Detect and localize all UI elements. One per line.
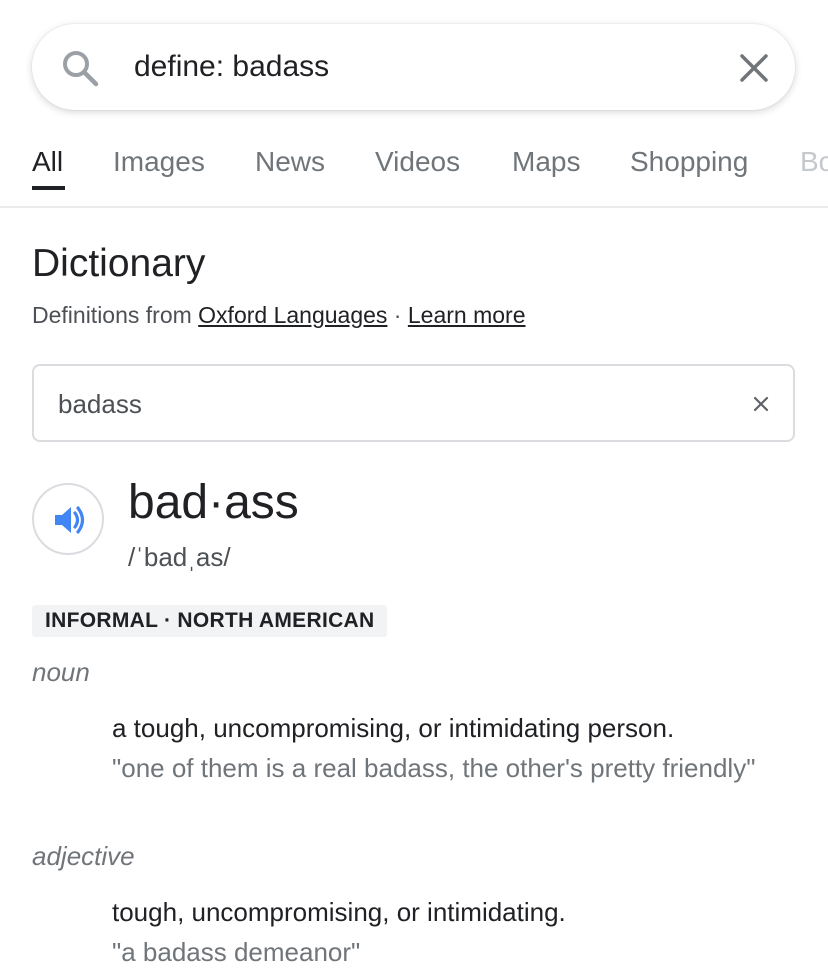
tab-all[interactable]: All [32,144,63,180]
tab-shopping[interactable]: Shopping [630,144,748,180]
oxford-languages-link[interactable]: Oxford Languages [198,302,387,328]
part-of-speech-noun: noun [32,657,90,687]
clear-icon[interactable] [751,394,771,414]
search-tabs: All Images News Videos Maps Shopping Bo [0,128,828,194]
part-of-speech-adjective: adjective [32,841,135,871]
divider [0,206,828,208]
active-tab-indicator [32,186,65,190]
dictionary-search-input[interactable]: badass [32,364,795,442]
example-noun: "one of them is a real badass, the other… [112,753,756,783]
pronunciation-button[interactable] [32,483,104,555]
tab-maps[interactable]: Maps [512,144,580,180]
tab-books[interactable]: Bo [800,144,828,180]
definition-noun: a tough, uncompromising, or intimidating… [112,713,675,743]
tab-news[interactable]: News [255,144,325,180]
source-prefix: Definitions from [32,302,199,328]
search-bar[interactable]: define: badass [32,24,795,110]
usage-label-badge: INFORMAL · NORTH AMERICAN [32,605,388,637]
dictionary-source: Definitions from Oxford Languages · Lear… [32,300,526,330]
phonetic-spelling: /ˈbadˌas/ [128,542,231,572]
source-separator: · [387,302,408,328]
dictionary-title: Dictionary [32,242,206,285]
speaker-icon [55,506,85,534]
dictionary-input-value[interactable]: badass [58,388,142,420]
example-adjective: "a badass demeanor" [112,937,361,967]
definition-adjective: tough, uncompromising, or intimidating. [112,897,566,927]
search-icon[interactable] [60,48,100,88]
tab-videos[interactable]: Videos [375,144,460,180]
headword: bad·ass [128,476,299,529]
search-query[interactable]: define: badass [134,49,329,85]
close-icon[interactable] [738,52,770,84]
tab-images[interactable]: Images [113,144,205,180]
learn-more-link[interactable]: Learn more [408,302,526,328]
